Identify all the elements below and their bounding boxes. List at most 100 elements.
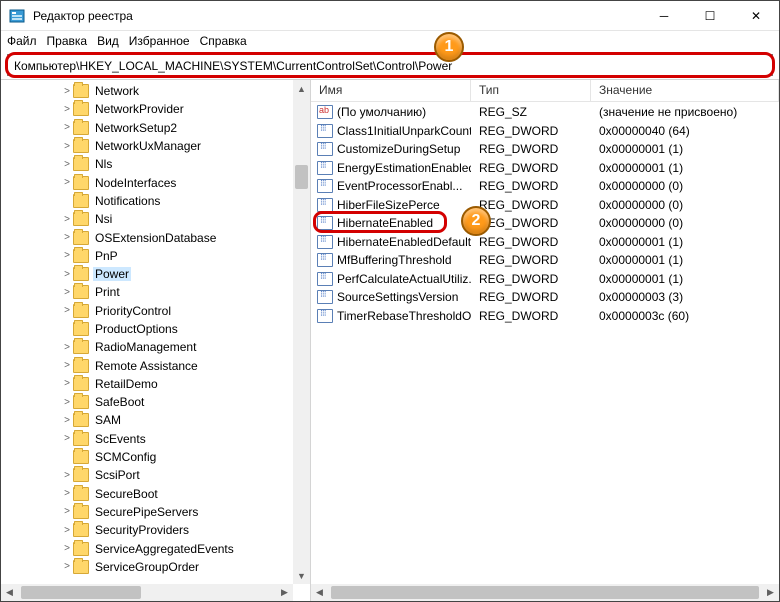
maximize-button[interactable]: ☐ [687, 1, 733, 31]
column-type[interactable]: Тип [471, 80, 591, 101]
scroll-down-icon[interactable]: ▼ [293, 567, 310, 584]
expand-icon[interactable]: > [61, 525, 73, 536]
value-data: 0x00000003 (3) [591, 290, 779, 304]
tree-scrollbar-horizontal[interactable]: ◀ ▶ [1, 584, 293, 601]
folder-icon [73, 322, 89, 336]
value-data: 0x00000000 (0) [591, 216, 779, 230]
expand-icon[interactable]: > [61, 360, 73, 371]
expand-icon[interactable]: > [61, 342, 73, 353]
list-scrollbar-horizontal[interactable]: ◀ ▶ [311, 584, 779, 601]
folder-icon [73, 249, 89, 263]
tree-item[interactable]: >RadioManagement [75, 338, 310, 356]
folder-icon [73, 413, 89, 427]
value-type: REG_DWORD [471, 124, 591, 138]
expand-icon[interactable]: > [61, 250, 73, 261]
menu-favorites[interactable]: Избранное [129, 34, 190, 48]
value-type: REG_DWORD [471, 309, 591, 323]
list-row[interactable]: Class1InitialUnparkCountREG_DWORD0x00000… [311, 122, 779, 141]
tree-item[interactable]: >Power [75, 265, 310, 283]
tree-item[interactable]: >Nsi [75, 210, 310, 228]
scroll-left-icon[interactable]: ◀ [311, 584, 328, 601]
list-row[interactable]: HibernateEnabledREG_DWORD0x00000000 (0) [311, 214, 779, 233]
menu-edit[interactable]: Правка [47, 34, 88, 48]
expand-icon[interactable]: > [61, 305, 73, 316]
tree-item[interactable]: >ServiceGroupOrder [75, 558, 310, 576]
address-bar[interactable]: Компьютер\HKEY_LOCAL_MACHINE\SYSTEM\Curr… [7, 54, 773, 76]
tree-item[interactable]: >SecurePipeServers [75, 503, 310, 521]
tree-item[interactable]: >Nls [75, 155, 310, 173]
column-value[interactable]: Значение [591, 80, 779, 101]
tree-item[interactable]: >NetworkUxManager [75, 137, 310, 155]
scroll-thumb[interactable] [295, 165, 308, 189]
tree-item[interactable]: >Print [75, 283, 310, 301]
tree-item[interactable]: >ScEvents [75, 430, 310, 448]
tree-item[interactable]: ProductOptions [75, 320, 310, 338]
tree-item[interactable]: >Network [75, 82, 310, 100]
tree-item[interactable]: >PnP [75, 247, 310, 265]
titlebar: Редактор реестра ─ ☐ ✕ [1, 1, 779, 31]
expand-icon[interactable]: > [61, 287, 73, 298]
tree-item-label: Power [93, 267, 131, 281]
tree-item[interactable]: >NetworkProvider [75, 100, 310, 118]
list-row[interactable]: HiberFileSizePerceREG_DWORD0x00000000 (0… [311, 196, 779, 215]
list-row[interactable]: EventProcessorEnabl...REG_DWORD0x0000000… [311, 177, 779, 196]
list-row[interactable]: PerfCalculateActualUtiliz...REG_DWORD0x0… [311, 270, 779, 289]
expand-icon[interactable]: > [61, 104, 73, 115]
list-row[interactable]: MfBufferingThresholdREG_DWORD0x00000001 … [311, 251, 779, 270]
expand-icon[interactable]: > [61, 415, 73, 426]
tree-item-label: SCMConfig [93, 450, 158, 464]
expand-icon[interactable]: > [61, 470, 73, 481]
tree-item[interactable]: >Remote Assistance [75, 356, 310, 374]
list-row[interactable]: HibernateEnabledDefaultREG_DWORD0x000000… [311, 233, 779, 252]
tree-item[interactable]: >ScsiPort [75, 466, 310, 484]
expand-icon[interactable]: > [61, 141, 73, 152]
list-row[interactable]: CustomizeDuringSetupREG_DWORD0x00000001 … [311, 140, 779, 159]
list-row[interactable]: SourceSettingsVersionREG_DWORD0x00000003… [311, 288, 779, 307]
tree-item[interactable]: >NetworkSetup2 [75, 119, 310, 137]
scroll-right-icon[interactable]: ▶ [276, 584, 293, 601]
expand-icon[interactable]: > [61, 488, 73, 499]
tree-item[interactable]: >ServiceAggregatedEvents [75, 539, 310, 557]
tree-item[interactable]: >RetailDemo [75, 375, 310, 393]
tree-scrollbar-vertical[interactable]: ▲ ▼ [293, 80, 310, 584]
minimize-button[interactable]: ─ [641, 1, 687, 31]
tree-item[interactable]: >SafeBoot [75, 393, 310, 411]
expand-icon[interactable]: > [61, 543, 73, 554]
list-row[interactable]: TimerRebaseThresholdOn...REG_DWORD0x0000… [311, 307, 779, 326]
folder-icon [73, 176, 89, 190]
expand-icon[interactable]: > [61, 159, 73, 170]
tree-item[interactable]: SCMConfig [75, 448, 310, 466]
expand-icon[interactable]: > [61, 397, 73, 408]
scroll-up-icon[interactable]: ▲ [293, 80, 310, 97]
tree-item[interactable]: >SAM [75, 411, 310, 429]
list-row[interactable]: (По умолчанию)REG_SZ(значение не присвое… [311, 103, 779, 122]
scroll-left-icon[interactable]: ◀ [1, 584, 18, 601]
expand-icon[interactable]: > [61, 232, 73, 243]
menu-help[interactable]: Справка [200, 34, 247, 48]
expand-icon[interactable]: > [61, 506, 73, 517]
scroll-thumb[interactable] [331, 586, 759, 599]
tree-item[interactable]: >NodeInterfaces [75, 173, 310, 191]
expand-icon[interactable]: > [61, 378, 73, 389]
expand-icon[interactable]: > [61, 433, 73, 444]
expand-icon[interactable]: > [61, 214, 73, 225]
expand-icon[interactable]: > [61, 561, 73, 572]
tree-item[interactable]: >OSExtensionDatabase [75, 228, 310, 246]
expand-icon[interactable]: > [61, 269, 73, 280]
close-button[interactable]: ✕ [733, 1, 779, 31]
expand-icon[interactable]: > [61, 86, 73, 97]
tree-item[interactable]: Notifications [75, 192, 310, 210]
value-name: HiberFileSizePerce [337, 198, 440, 212]
column-name[interactable]: Имя [311, 80, 471, 101]
expand-icon[interactable]: > [61, 177, 73, 188]
folder-icon [73, 157, 89, 171]
tree-item[interactable]: >SecurityProviders [75, 521, 310, 539]
menu-file[interactable]: Файл [7, 34, 37, 48]
scroll-right-icon[interactable]: ▶ [762, 584, 779, 601]
expand-icon[interactable]: > [61, 122, 73, 133]
scroll-thumb[interactable] [21, 586, 141, 599]
list-row[interactable]: EnergyEstimationEnabledREG_DWORD0x000000… [311, 159, 779, 178]
tree-item[interactable]: >PriorityControl [75, 302, 310, 320]
tree-item[interactable]: >SecureBoot [75, 485, 310, 503]
menu-view[interactable]: Вид [97, 34, 119, 48]
